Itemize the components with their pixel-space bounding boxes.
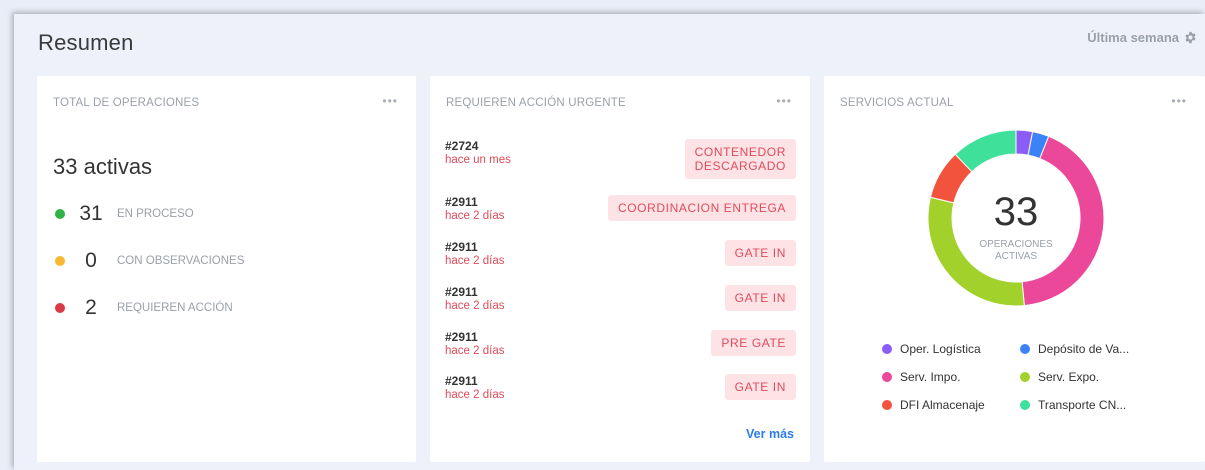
status-badge[interactable]: PRE GATE — [711, 330, 796, 356]
see-more-link[interactable]: Ver más — [746, 427, 794, 441]
list-item[interactable]: #2911 hace 2 días GATE IN — [445, 240, 796, 284]
operation-time: hace un mes — [445, 154, 511, 166]
card-title: REQUIEREN ACCIÓN URGENTE — [446, 97, 626, 109]
legend-item[interactable]: Serv. Expo. — [1020, 370, 1180, 384]
donut-center-value: 33 — [994, 190, 1039, 234]
stat-value: 2 — [85, 296, 97, 319]
chart-legend: Oper. Logística Depósito de Va... Serv. … — [882, 342, 1182, 412]
stat-with-observations[interactable]: 0 CON OBSERVACIONES — [55, 246, 244, 276]
gear-icon — [1184, 31, 1197, 44]
more-options-icon[interactable]: ••• — [382, 94, 398, 108]
status-dot-icon — [55, 303, 65, 313]
legend-label: Depósito de Va... — [1038, 342, 1130, 356]
period-selector[interactable]: Última semana — [1087, 30, 1197, 45]
legend-dot-icon — [882, 344, 892, 354]
status-badge[interactable]: GATE IN — [724, 374, 796, 400]
donut-center-label: OPERACIONES — [979, 239, 1053, 250]
legend-item[interactable]: Serv. Impo. — [882, 370, 1020, 384]
legend-dot-icon — [882, 372, 892, 382]
legend-label: Transporte CN... — [1038, 398, 1127, 412]
badge-line: DESCARGADO — [694, 159, 786, 173]
operation-id[interactable]: #2911 — [445, 195, 478, 209]
legend-item[interactable]: Oper. Logística — [882, 342, 1020, 356]
operation-time: hace 2 días — [445, 210, 505, 222]
operation-id[interactable]: #2911 — [445, 240, 478, 254]
donut-center-label: ACTIVAS — [995, 251, 1037, 262]
status-badge[interactable]: COORDINACION ENTREGA — [607, 195, 796, 221]
more-options-icon[interactable]: ••• — [1171, 94, 1187, 108]
list-item[interactable]: #2724 hace un mes CONTENEDOR DESCARGADO — [445, 139, 796, 183]
legend-dot-icon — [882, 400, 892, 410]
operation-id[interactable]: #2724 — [445, 139, 478, 153]
operation-id[interactable]: #2911 — [445, 374, 478, 388]
operation-time: hace 2 días — [445, 389, 505, 401]
operation-id[interactable]: #2911 — [445, 285, 478, 299]
legend-dot-icon — [1020, 400, 1030, 410]
period-label: Última semana — [1087, 30, 1179, 45]
stat-label: EN PROCESO — [117, 208, 194, 220]
operation-id[interactable]: #2911 — [445, 330, 478, 344]
legend-label: DFI Almacenaje — [900, 398, 985, 412]
stat-require-action[interactable]: 2 REQUIEREN ACCIÓN — [55, 293, 233, 323]
stat-in-process[interactable]: 31 EN PROCESO — [55, 199, 194, 229]
urgent-actions-card: REQUIEREN ACCIÓN URGENTE ••• #2724 hace … — [430, 76, 810, 462]
operation-time: hace 2 días — [445, 345, 505, 357]
legend-dot-icon — [1020, 372, 1030, 382]
list-item[interactable]: #2911 hace 2 días COORDINACION ENTREGA — [445, 195, 796, 239]
list-item[interactable]: #2911 hace 2 días GATE IN — [445, 374, 796, 418]
badge-line: CONTENEDOR — [694, 145, 786, 159]
legend-label: Oper. Logística — [900, 342, 981, 356]
operation-time: hace 2 días — [445, 300, 505, 312]
legend-label: Serv. Expo. — [1038, 370, 1100, 384]
legend-label: Serv. Impo. — [900, 370, 961, 384]
status-badge[interactable]: CONTENEDOR DESCARGADO — [684, 139, 796, 179]
services-donut-chart[interactable]: 33 OPERACIONES ACTIVAS — [928, 130, 1104, 306]
status-badge[interactable]: GATE IN — [724, 285, 796, 311]
legend-item[interactable]: Depósito de Va... — [1020, 342, 1180, 356]
status-dot-icon — [55, 256, 65, 266]
stat-label: CON OBSERVACIONES — [117, 255, 245, 267]
card-title: SERVICIOS ACTUAL — [840, 97, 954, 109]
services-card: SERVICIOS ACTUAL ••• 33 OPERACIONES ACTI… — [824, 76, 1205, 462]
stat-value: 31 — [79, 202, 103, 225]
more-options-icon[interactable]: ••• — [776, 94, 792, 108]
legend-dot-icon — [1020, 344, 1030, 354]
legend-item[interactable]: Transporte CN... — [1020, 398, 1180, 412]
stat-value: 0 — [85, 249, 97, 272]
card-title: TOTAL DE OPERACIONES — [53, 97, 200, 109]
list-item[interactable]: #2911 hace 2 días GATE IN — [445, 285, 796, 329]
legend-item[interactable]: DFI Almacenaje — [882, 398, 1020, 412]
active-count: 33 activas — [53, 154, 153, 179]
status-badge[interactable]: GATE IN — [724, 240, 796, 266]
list-item[interactable]: #2911 hace 2 días PRE GATE — [445, 330, 796, 374]
page-title: Resumen — [38, 30, 134, 55]
status-dot-icon — [55, 209, 65, 219]
operation-time: hace 2 días — [445, 255, 505, 267]
total-operations-card: TOTAL DE OPERACIONES ••• 33 activas 31 E… — [37, 76, 416, 462]
stat-label: REQUIEREN ACCIÓN — [117, 302, 233, 314]
